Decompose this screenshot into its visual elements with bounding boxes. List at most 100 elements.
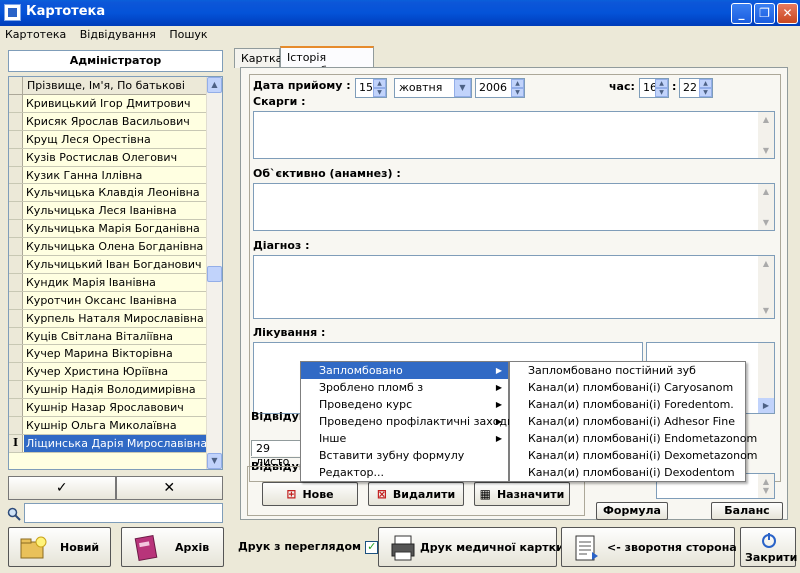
scroll-thumb[interactable] — [207, 266, 222, 282]
new-visit-button[interactable]: ⊞ Нове — [262, 482, 358, 506]
reverse-side-button[interactable]: <- зворотня сторона — [561, 527, 737, 567]
row-indicator — [9, 273, 23, 291]
submenu-item[interactable]: Канал(и) пломбовані(і) Endometazonom — [510, 430, 757, 447]
patient-row[interactable]: Кульчицька Леся Іванівна — [9, 202, 208, 221]
diagnosis-scrollbar[interactable]: ▲ ▼ — [758, 256, 774, 318]
menu-cardfile[interactable]: Картотека — [0, 26, 71, 43]
complaints-scrollbar[interactable]: ▲ ▼ — [758, 112, 774, 158]
visit-date-tab[interactable]: 29 листо — [251, 440, 307, 468]
tab-card[interactable]: Картка — [234, 48, 282, 68]
patient-row[interactable]: Куротчин Оксанс Іванівна — [9, 291, 208, 310]
row-indicator — [9, 112, 23, 130]
patient-rows: Кривицький Ігор Дмитрович Крисяк Ярослав … — [9, 95, 208, 453]
print-preview-checkbox[interactable] — [365, 540, 379, 554]
patient-row[interactable]: Кушнір Надія Володимирівна — [9, 381, 208, 400]
scroll-up-button[interactable]: ▲ — [207, 77, 222, 93]
context-menu-item[interactable]: Проведено профілактичні заходи ▶ — [301, 413, 514, 430]
submenu-item[interactable]: Канал(и) пломбовані(і) Dexodentom — [510, 464, 745, 481]
new-patient-button[interactable]: Новий — [8, 527, 111, 567]
patient-row[interactable]: Ліщинська Дарія Мирославівна — [9, 434, 208, 453]
row-indicator — [9, 434, 23, 452]
patient-row[interactable]: Куців Світлана Віталіївна — [9, 327, 208, 346]
chevron-down-icon[interactable]: ▼ — [454, 79, 471, 97]
close-window-button[interactable]: ✕ — [777, 3, 798, 24]
search-input[interactable] — [24, 503, 223, 523]
year-spinner[interactable]: 2006 ▲ ▼ — [475, 78, 525, 98]
context-menu-item[interactable]: Запломбовано ▶ — [301, 362, 508, 379]
row-indicator — [9, 309, 23, 327]
patient-row[interactable]: Кульчицька Олена Богданівна — [9, 238, 208, 257]
context-menu-item-label: Інше — [319, 432, 347, 445]
patient-row[interactable]: Кундик Марія Іванівна — [9, 273, 208, 292]
print-preview-toggle[interactable]: Друк з переглядом — [238, 540, 379, 554]
cancel-button[interactable]: ✕ — [115, 476, 223, 500]
day-spin-arrows[interactable]: ▲ ▼ — [373, 79, 386, 97]
archive-button[interactable]: Архів — [121, 527, 224, 567]
diagnosis-memo[interactable]: ▲ ▼ — [253, 255, 775, 319]
patient-row[interactable]: Кузів Ростислав Олегович — [9, 148, 208, 167]
year-spin-arrows[interactable]: ▲ ▼ — [511, 79, 524, 97]
complaints-memo[interactable]: ▲ ▼ — [253, 111, 775, 159]
assign-button[interactable]: ▦ Назначити — [474, 482, 570, 506]
maximize-button[interactable]: ❐ — [754, 3, 775, 24]
submenu-item[interactable]: Канал(и) пломбовані(і) Caryosanom — [510, 379, 745, 396]
context-menu-item[interactable]: Вставити зубну формулу — [301, 447, 508, 464]
month-select[interactable]: жовтня ▼ — [394, 78, 472, 98]
menu-search[interactable]: Пошук — [164, 26, 212, 43]
search-icon — [7, 507, 21, 521]
patient-row[interactable]: Кузик Ганна Іллівна — [9, 166, 208, 185]
document-arrow-icon — [575, 535, 598, 561]
hour-spinner[interactable]: 16 ▲ ▼ — [639, 78, 669, 98]
day-spinner[interactable]: 15 ▲ ▼ — [355, 78, 387, 98]
archive-label: Архів — [175, 541, 210, 554]
patient-row[interactable]: Курпель Наталя Мирославівна — [9, 309, 208, 328]
patient-name: Кульчицька Марія Богданівна — [26, 222, 200, 236]
submenu-item[interactable]: Запломбовано постійний зуб — [510, 362, 745, 379]
scroll-down-button[interactable]: ▼ — [207, 453, 222, 469]
objective-memo[interactable]: ▲ ▼ — [253, 183, 775, 231]
patient-name: Кузик Ганна Іллівна — [26, 168, 143, 182]
tab-medical-history[interactable]: Історія хвороби — [280, 46, 374, 77]
patient-row[interactable]: Кушнір Назар Ярославович — [9, 399, 208, 418]
menu-bar: Картотека Відвідування Пошук — [0, 26, 800, 45]
list-scrollbar[interactable]: ▲ ▼ — [206, 77, 222, 469]
context-menu-item[interactable]: Редактор... — [301, 464, 508, 481]
balance-scrollbar[interactable]: ▲ ▼ — [758, 474, 774, 498]
confirm-button[interactable]: ✓ — [8, 476, 116, 500]
formula-button[interactable]: Формула — [596, 502, 668, 520]
context-menu-item[interactable]: Зроблено пломб з ▶ — [301, 379, 508, 396]
patient-row[interactable]: Кучер Марина Вікторівна — [9, 345, 208, 364]
minute-spin-arrows[interactable]: ▲ ▼ — [699, 79, 712, 97]
objective-scrollbar[interactable]: ▲ ▼ — [758, 184, 774, 230]
submenu-item[interactable]: Канал(и) пломбовані(і) Dexometazonom — [510, 447, 758, 464]
patient-row[interactable]: Кульчицька Марія Богданівна — [9, 220, 208, 239]
patient-list[interactable]: Прізвище, Ім'я, По батькові Кривицький І… — [8, 76, 223, 470]
context-menu-item[interactable]: Проведено курс ▶ — [301, 396, 508, 413]
time-label: час: — [609, 80, 635, 93]
formula-scrollbar[interactable]: ▶ — [758, 343, 774, 413]
submenu-arrow-icon: ▶ — [495, 400, 502, 409]
close-button[interactable]: Закрити — [740, 527, 797, 567]
patient-row[interactable]: Крущ Леся Орестівна — [9, 130, 208, 149]
minute-spinner[interactable]: 22 ▲ ▼ — [679, 78, 713, 98]
patient-row[interactable]: Кульчицька Клавдія Леонівна — [9, 184, 208, 203]
context-menu-item[interactable]: Інше ▶ — [301, 430, 508, 447]
hour-spin-arrows[interactable]: ▲ ▼ — [655, 79, 668, 97]
list-action-buttons: ✓ ✕ — [8, 476, 223, 500]
balance-button[interactable]: Баланс — [711, 502, 783, 520]
patient-row[interactable]: Кульчицький Іван Богданович — [9, 256, 208, 274]
add-document-icon: ⊞ — [286, 487, 297, 501]
submenu-item[interactable]: Канал(и) пломбовані(і) Foredentom. — [510, 396, 745, 413]
patient-row[interactable]: Кушнір Ольга Миколаївна — [9, 417, 208, 435]
context-menu-item-label: Зроблено пломб з — [319, 381, 424, 394]
patient-row[interactable]: Кривицький Ігор Дмитрович — [9, 95, 208, 113]
title-bar: Картотека _ ❐ ✕ — [0, 0, 800, 26]
minimize-button[interactable]: _ — [731, 3, 752, 24]
submenu-item[interactable]: Канал(и) пломбовані(і) Adhesor Fine — [510, 413, 745, 430]
menu-visits[interactable]: Відвідування — [75, 26, 161, 43]
delete-visit-button[interactable]: ⊠ Видалити — [368, 482, 464, 506]
patient-row[interactable]: Кучер Христина Юріївна — [9, 363, 208, 382]
print-card-label: Друк медичної картки — [420, 541, 564, 554]
print-card-button[interactable]: Друк медичної картки — [378, 527, 564, 567]
patient-row[interactable]: Крисяк Ярослав Васильович — [9, 112, 208, 131]
